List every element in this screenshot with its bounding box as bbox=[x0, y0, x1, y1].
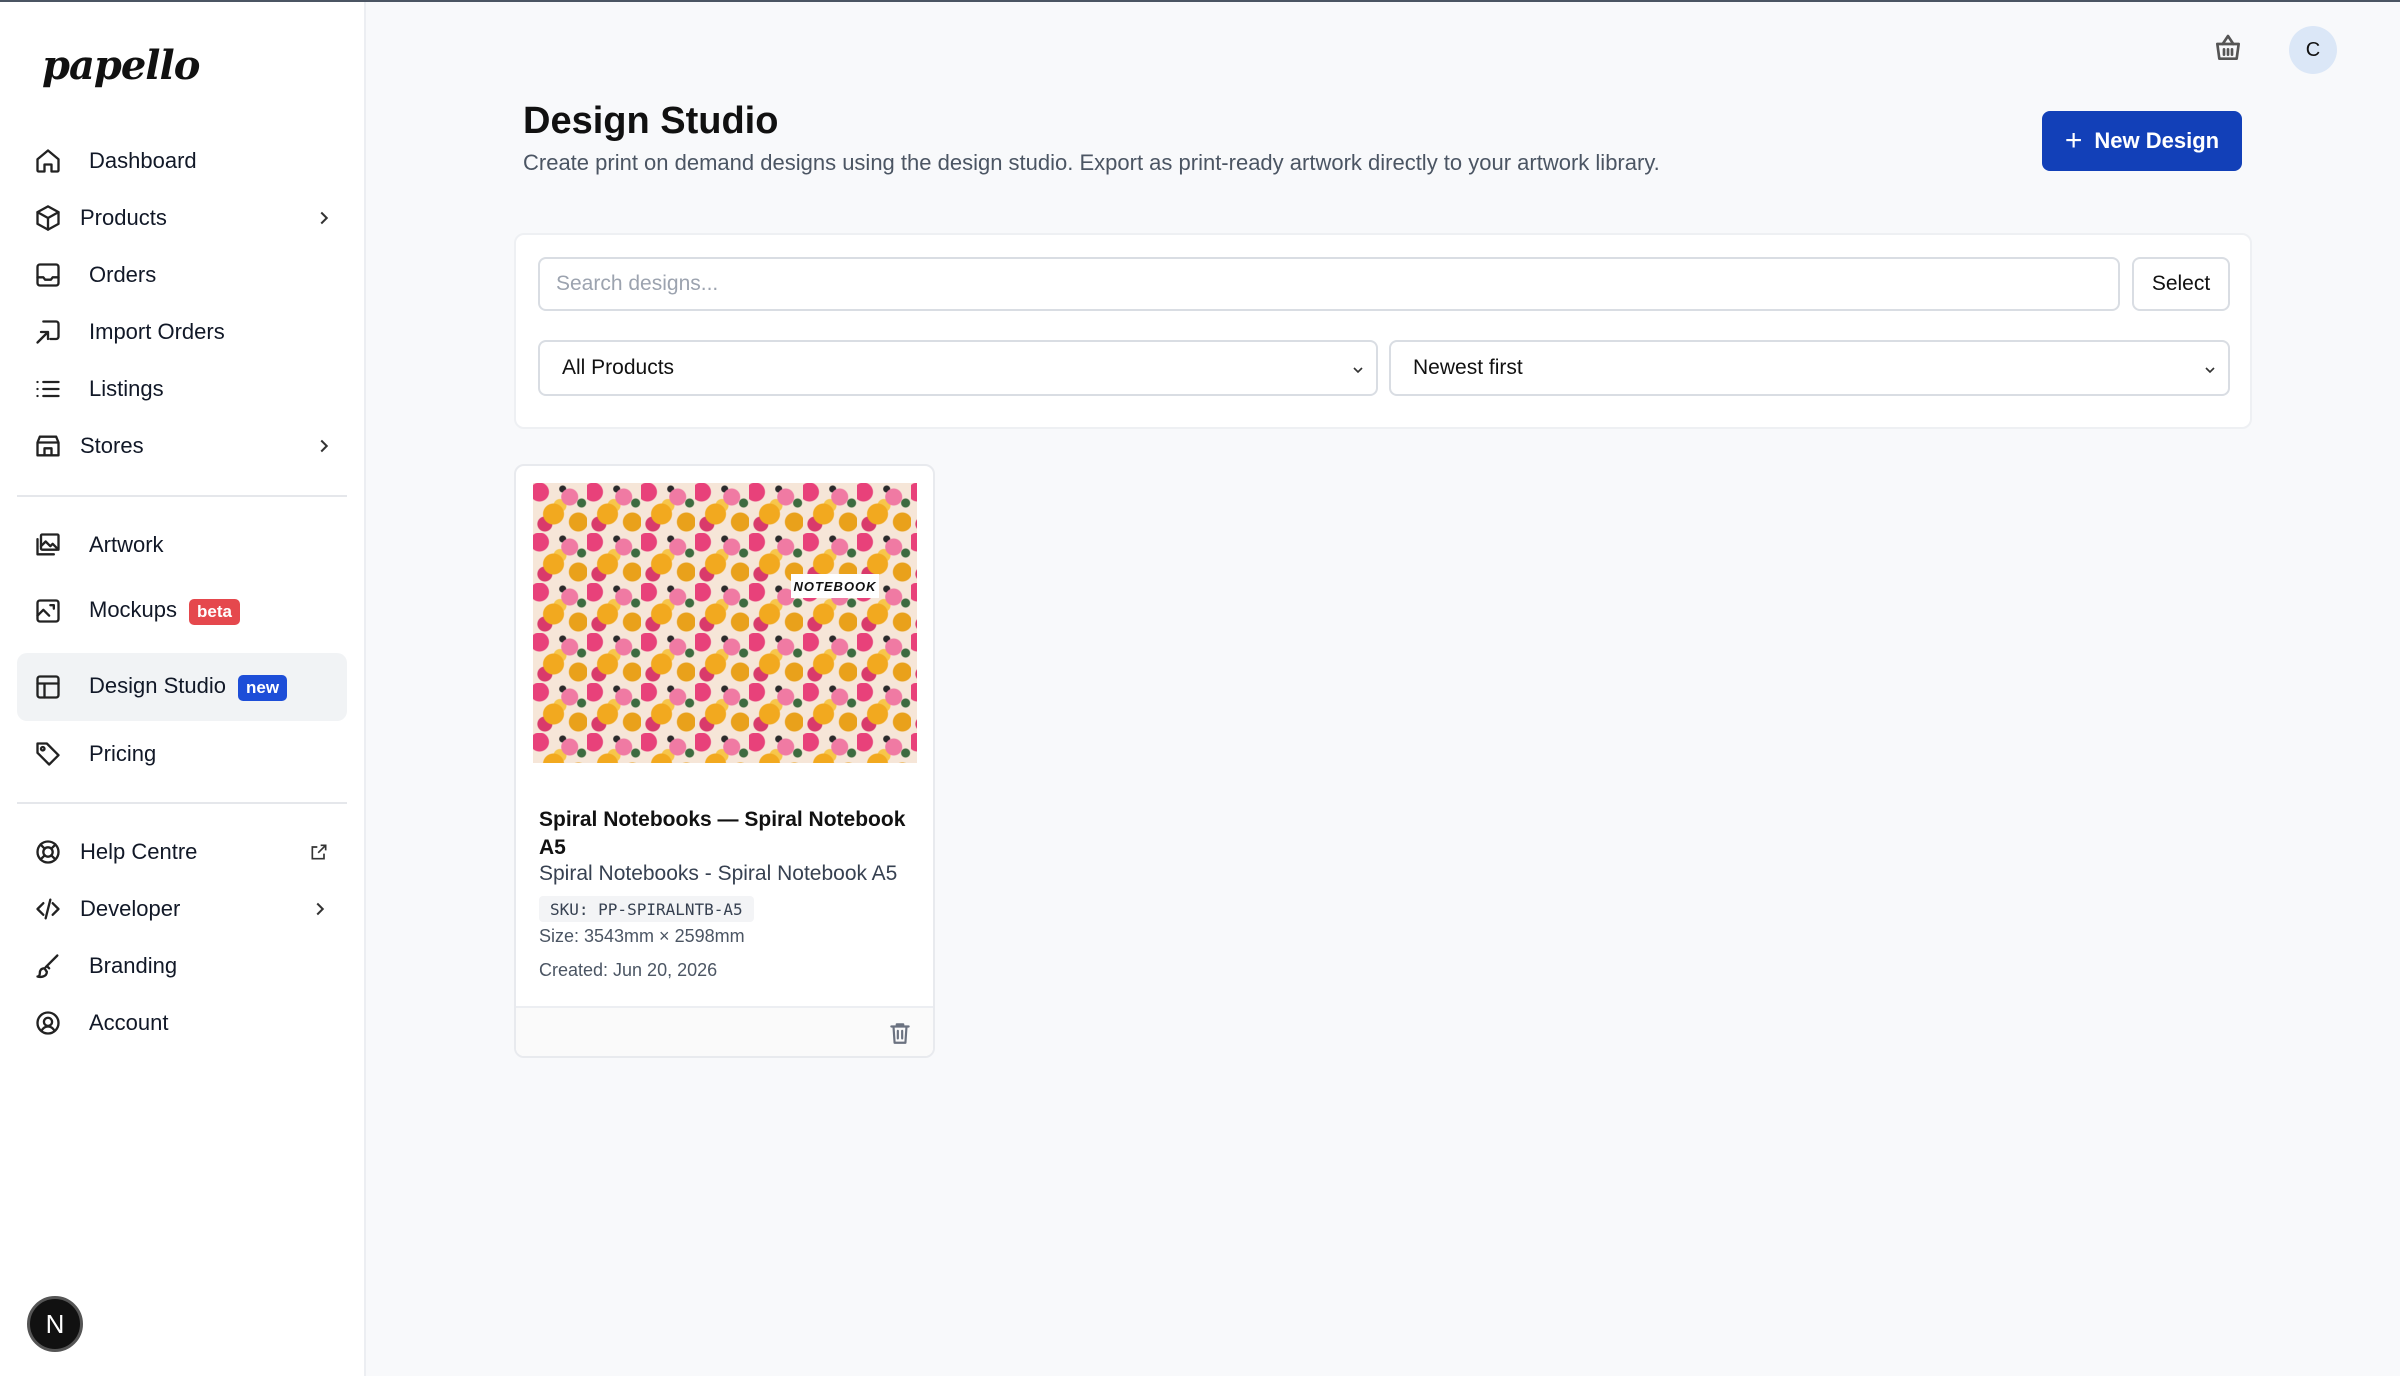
user-avatar[interactable]: C bbox=[2289, 26, 2337, 74]
box-icon bbox=[33, 203, 63, 233]
store-icon bbox=[33, 431, 63, 461]
sidebar-item-label: Stores bbox=[80, 433, 144, 458]
import-icon bbox=[33, 317, 63, 347]
sidebar-item-design-studio[interactable]: Design Studio new bbox=[17, 653, 347, 721]
chevron-right-icon bbox=[313, 207, 335, 229]
new-design-label: New Design bbox=[2094, 128, 2220, 153]
sidebar-item-label: Products bbox=[80, 205, 167, 230]
new-design-button[interactable]: + New Design bbox=[2042, 111, 2242, 171]
page-title: Design Studio bbox=[523, 100, 779, 142]
sidebar-item-label: Design Studio new bbox=[89, 673, 288, 701]
code-icon bbox=[33, 894, 63, 924]
sidebar-divider bbox=[17, 802, 347, 804]
chevron-right-icon bbox=[309, 898, 331, 920]
sidebar-item-mockups[interactable]: Mockups beta bbox=[17, 577, 347, 645]
chevron-down-icon bbox=[2202, 360, 2218, 376]
inbox-icon bbox=[33, 260, 63, 290]
sku-badge: SKU: PP-SPIRALNTB-A5 bbox=[539, 896, 754, 922]
sidebar-item-label: Pricing bbox=[89, 741, 157, 766]
sidebar-item-label: Import Orders bbox=[89, 319, 225, 344]
design-created-date: Created: Jun 20, 2026 bbox=[539, 960, 718, 980]
basket-icon[interactable] bbox=[2212, 32, 2248, 68]
sidebar-item-pricing[interactable]: Pricing bbox=[17, 720, 347, 788]
sidebar-item-artwork[interactable]: Artwork bbox=[17, 511, 347, 579]
new-badge: new bbox=[237, 674, 288, 701]
design-thumbnail[interactable]: NOTEBOOK bbox=[533, 483, 917, 763]
sidebar-item-label: Dashboard bbox=[89, 148, 197, 173]
sort-value: Newest first bbox=[1413, 356, 1523, 379]
brush-icon bbox=[33, 951, 63, 981]
layout-icon bbox=[33, 672, 63, 702]
page-subtitle: Create print on demand designs using the… bbox=[523, 150, 1660, 175]
sidebar-item-label: Help Centre bbox=[80, 839, 198, 864]
papello-logo[interactable]: papello bbox=[42, 42, 200, 89]
sidebar-item-text: Design Studio bbox=[89, 673, 226, 699]
sidebar: papello Dashboard Products Orders Import… bbox=[0, 2, 366, 1376]
card-footer bbox=[516, 1006, 933, 1056]
home-icon bbox=[33, 146, 63, 176]
lifebuoy-icon bbox=[33, 837, 63, 867]
sidebar-item-label: Orders bbox=[89, 262, 157, 287]
sidebar-item-label: Developer bbox=[80, 896, 181, 921]
sidebar-item-label: Artwork bbox=[89, 532, 164, 557]
design-subtitle: Spiral Notebooks - Spiral Notebook A5 bbox=[539, 862, 898, 885]
trash-icon[interactable] bbox=[887, 1020, 915, 1048]
sidebar-item-stores[interactable]: Stores bbox=[17, 412, 347, 480]
design-card[interactable]: NOTEBOOK Spiral Notebooks — Spiral Noteb… bbox=[514, 464, 935, 1058]
search-input[interactable] bbox=[538, 257, 2120, 311]
chevron-right-icon bbox=[313, 435, 335, 457]
select-button[interactable]: Select bbox=[2132, 257, 2230, 311]
sidebar-item-text: Mockups bbox=[89, 597, 178, 623]
sidebar-item-label: Account bbox=[89, 1010, 169, 1035]
filter-panel: Select All Products Newest first bbox=[514, 233, 2252, 429]
chevron-down-icon bbox=[1350, 360, 1366, 376]
images-icon bbox=[33, 530, 63, 560]
sidebar-divider bbox=[17, 495, 347, 497]
design-title: Spiral Notebooks — Spiral Notebook A5 bbox=[539, 808, 906, 859]
dev-tools-button[interactable]: N bbox=[27, 1296, 83, 1352]
product-filter-select[interactable]: All Products bbox=[538, 340, 1378, 396]
design-size: Size: 3543mm × 2598mm bbox=[539, 926, 745, 946]
sidebar-item-account[interactable]: Account bbox=[17, 989, 347, 1057]
list-icon bbox=[33, 374, 63, 404]
sidebar-item-label: Listings bbox=[89, 376, 164, 401]
image-frame-icon bbox=[33, 596, 63, 626]
beta-badge: beta bbox=[189, 598, 241, 625]
product-filter-value: All Products bbox=[562, 356, 675, 379]
tag-icon bbox=[33, 739, 63, 769]
sidebar-item-label: Branding bbox=[89, 953, 178, 978]
plus-icon: + bbox=[2064, 124, 2083, 157]
thumbnail-label: NOTEBOOK bbox=[791, 574, 879, 598]
external-link-icon bbox=[309, 842, 329, 862]
sidebar-item-label: Mockups beta bbox=[89, 597, 241, 625]
sort-select[interactable]: Newest first bbox=[1389, 340, 2230, 396]
user-circle-icon bbox=[33, 1008, 63, 1038]
